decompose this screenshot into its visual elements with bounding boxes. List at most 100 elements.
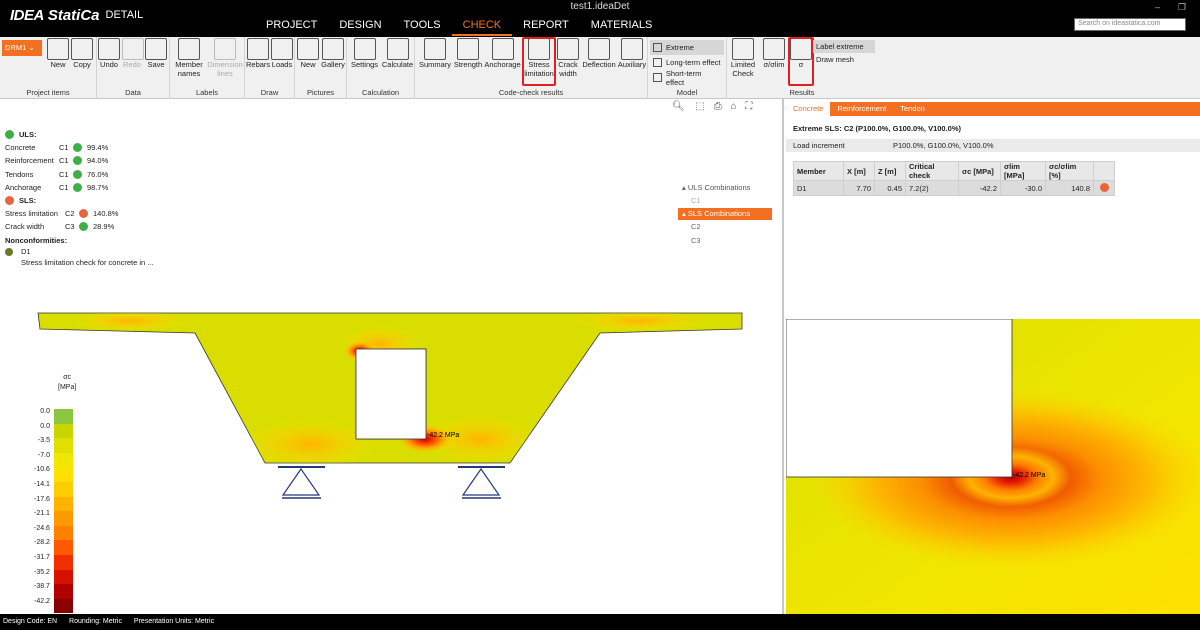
long-term-label: Long-term effect [666, 58, 721, 67]
table-row[interactable]: D1 7.70 0.45 7.2(2) -42.2 -30.0 140.8 [793, 180, 1115, 196]
new-button[interactable]: New [47, 38, 69, 69]
group-code-check-results: Summary Strength Anchorage Stress limita… [415, 37, 648, 99]
cell-member: D1 [793, 180, 844, 196]
limited-check-button[interactable]: Limited Check [729, 38, 757, 78]
loads-button[interactable]: Loads [271, 38, 293, 69]
label-extreme-option[interactable]: Label extreme [813, 40, 875, 53]
rebars-label: Rebars [246, 60, 271, 69]
legend-unit: [MPa] [58, 384, 77, 391]
menu-tools[interactable]: TOOLS [393, 18, 452, 36]
menu-check[interactable]: CHECK [451, 18, 513, 36]
tab-concrete[interactable]: Concrete [786, 102, 831, 116]
menu-project[interactable]: PROJECT [255, 18, 328, 36]
status-units: Presentation Units: Metric [133, 618, 215, 625]
copy-icon [71, 38, 93, 60]
group-pictures: New Gallery Pictures [295, 37, 347, 99]
model-view[interactable]: 🔍︎ ⬚ ⎙ ⌂ ⛶ ULS: Concrete C1 99.4% Reinforc… [0, 99, 784, 614]
copy-button[interactable]: Copy [71, 38, 93, 69]
rebars-icon [247, 38, 269, 60]
dimension-lines-button[interactable]: Dimension lines [206, 38, 244, 78]
undo-label: Undo [100, 60, 118, 69]
member-dropdown-value: DRM1 [5, 43, 27, 52]
legend-swatch [54, 423, 73, 439]
extreme-option[interactable]: Extreme [650, 40, 724, 55]
legend-label: -14.1 [34, 480, 50, 488]
redo-label: Redo [123, 60, 141, 69]
legend-label: -7.0 [37, 451, 50, 459]
crack-width-label: Crack width [558, 60, 578, 78]
summary-button[interactable]: Summary [418, 38, 452, 69]
load-increment-label: Load increment [793, 141, 845, 150]
legend-swatch [54, 438, 73, 453]
sigma-lim-label: σ/σlim [763, 60, 785, 69]
section-void [355, 348, 427, 440]
status-design-code: Design Code: EN [3, 618, 58, 625]
deflection-label: Deflection [582, 60, 616, 69]
extreme-value-label: -42.2 MPa [427, 432, 459, 439]
menu-materials[interactable]: MATERIALS [580, 18, 664, 36]
legend-label: -42.2 [34, 597, 50, 605]
crack-width-icon [557, 38, 579, 60]
draw-mesh-option[interactable]: Draw mesh [813, 53, 875, 66]
column-header: Member [793, 161, 844, 181]
load-increment-row: Load increment P100.0%, G100.0%, V100.0% [786, 139, 1200, 152]
deflection-icon [588, 38, 610, 60]
menu-design[interactable]: DESIGN [328, 18, 392, 36]
minimize-icon[interactable]: – [1155, 2, 1160, 12]
label-extreme-label: Label extreme [816, 42, 864, 51]
new-picture-label: New [300, 60, 316, 69]
loads-label: Loads [271, 60, 293, 69]
member-names-button[interactable]: Member names [172, 38, 206, 78]
section-view[interactable]: -42.2 MPa [0, 99, 784, 614]
search-input[interactable]: Search on ideastatica.com [1074, 18, 1186, 31]
settings-button[interactable]: Settings [349, 38, 380, 69]
restore-icon[interactable]: ❐ [1178, 2, 1186, 13]
cell-sigma-c: -42.2 [958, 180, 1001, 196]
undo-icon [98, 38, 120, 60]
group-label-calculation: Calculation [361, 88, 400, 97]
short-term-option[interactable]: Short-term effect [650, 69, 724, 87]
calculate-button[interactable]: Calculate [381, 38, 414, 69]
auxiliary-button[interactable]: Auxiliary [617, 38, 647, 69]
stress-limitation-highlight [522, 37, 556, 86]
legend-label: 0.0 [40, 408, 50, 415]
short-term-icon [653, 73, 662, 82]
gallery-button[interactable]: Gallery [320, 38, 346, 69]
auxiliary-label: Auxiliary [617, 60, 647, 69]
group-label-model: Model [676, 88, 698, 97]
redo-button[interactable]: Redo [122, 38, 144, 69]
legend-label: -10.6 [34, 466, 50, 474]
settings-label: Settings [350, 60, 379, 69]
new-picture-button[interactable]: New [297, 38, 319, 69]
strength-button[interactable]: Strength [452, 38, 484, 69]
legend-label: -17.6 [34, 495, 50, 503]
member-dropdown[interactable]: DRM1 ⌄ [2, 40, 42, 56]
anchorage-button[interactable]: Anchorage [484, 38, 521, 69]
group-draw: Rebars Loads Draw [245, 37, 295, 99]
save-button[interactable]: Save [145, 38, 167, 69]
legend-swatch [54, 511, 73, 526]
crack-width-button[interactable]: Crack width [556, 38, 580, 78]
zoom-extreme-label: -42.2 MPa [1013, 472, 1045, 479]
legend-label: -24.6 [34, 524, 50, 532]
copy-label: Copy [73, 60, 91, 69]
tab-tendon[interactable]: Tendon [893, 102, 932, 116]
member-names-icon [178, 38, 200, 60]
deflection-button[interactable]: Deflection [581, 38, 617, 69]
column-header [1093, 161, 1115, 181]
zoomed-stress-view[interactable]: -42.2 MPa [786, 319, 1200, 614]
menu-report[interactable]: REPORT [512, 18, 580, 36]
undo-button[interactable]: Undo [98, 38, 120, 69]
gallery-icon [322, 38, 344, 60]
rebars-button[interactable]: Rebars [246, 38, 270, 69]
results-table: Member X [m] Z [m] Critical check σc [MP… [793, 161, 1115, 196]
tab-reinforcement[interactable]: Reinforcement [830, 102, 893, 116]
group-label-code-check: Code-check results [498, 88, 564, 97]
dimension-lines-label: Dimension lines [207, 60, 243, 78]
legend-swatch [54, 540, 73, 555]
member-names-label: Member names [175, 60, 203, 78]
legend-label: -38.7 [34, 583, 50, 591]
sigma-lim-button[interactable]: σ/σlim [760, 38, 788, 69]
zoom-void [786, 319, 1013, 478]
detail-pane: Concrete Reinforcement Tendon Extreme SL… [786, 99, 1200, 614]
